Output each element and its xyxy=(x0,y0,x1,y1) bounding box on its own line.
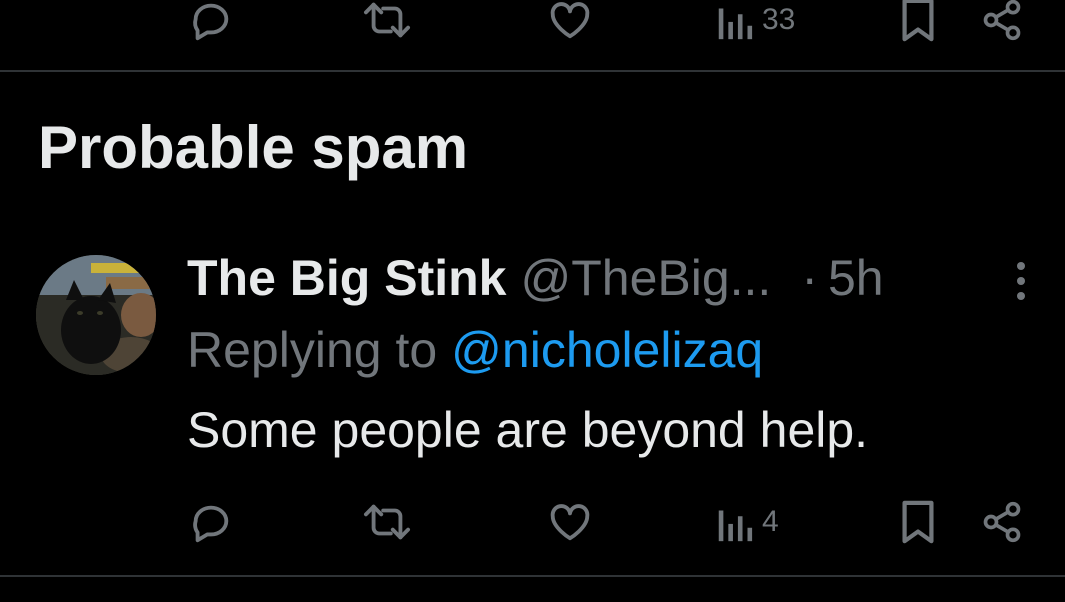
retweet-button[interactable] xyxy=(362,0,412,50)
like-icon xyxy=(550,2,590,39)
tweet-action-bar: 4 xyxy=(0,492,1065,552)
share-button[interactable] xyxy=(980,492,1024,552)
more-icon xyxy=(1017,262,1025,300)
replying-to-line: Replying to @nicholelizaq xyxy=(187,322,763,378)
bookmark-button[interactable] xyxy=(898,492,938,552)
divider-top xyxy=(0,70,1065,72)
like-button[interactable] xyxy=(547,492,593,552)
views-button[interactable]: 33 xyxy=(716,0,795,50)
user-handle[interactable]: @TheBig... xyxy=(520,253,771,303)
previous-tweet-action-bar: 33 xyxy=(0,0,1065,50)
retweet-icon xyxy=(363,2,410,38)
divider-bottom xyxy=(0,575,1065,577)
views-count: 4 xyxy=(762,505,779,538)
retweet-button[interactable] xyxy=(362,492,412,552)
more-options-button[interactable] xyxy=(1004,258,1038,304)
like-button[interactable] xyxy=(547,0,593,50)
reply-button[interactable] xyxy=(188,0,234,50)
views-icon xyxy=(718,510,753,542)
tweet-text: Some people are beyond help. xyxy=(187,402,869,458)
like-icon xyxy=(550,504,590,541)
views-icon xyxy=(718,8,753,40)
timestamp[interactable]: 5h xyxy=(828,253,884,303)
reply-icon xyxy=(193,505,229,543)
bookmark-button[interactable] xyxy=(898,0,938,50)
share-icon xyxy=(983,0,1021,41)
share-icon xyxy=(983,501,1021,543)
views-count: 33 xyxy=(762,3,796,36)
section-heading: Probable spam xyxy=(38,114,469,181)
reply-button[interactable] xyxy=(188,492,234,552)
bookmark-icon xyxy=(902,0,934,42)
bookmark-icon xyxy=(902,500,934,544)
replying-to-label: Replying to xyxy=(187,322,438,378)
tweet-header: The Big Stink @TheBig... · 5h xyxy=(187,248,884,308)
display-name[interactable]: The Big Stink xyxy=(187,253,506,303)
views-button[interactable]: 4 xyxy=(716,492,779,552)
share-button[interactable] xyxy=(980,0,1024,50)
separator-dot: · xyxy=(801,250,818,306)
reply-icon xyxy=(193,3,229,41)
avatar[interactable] xyxy=(36,255,156,375)
retweet-icon xyxy=(363,504,410,540)
reply-mention-link[interactable]: @nicholelizaq xyxy=(451,325,763,375)
